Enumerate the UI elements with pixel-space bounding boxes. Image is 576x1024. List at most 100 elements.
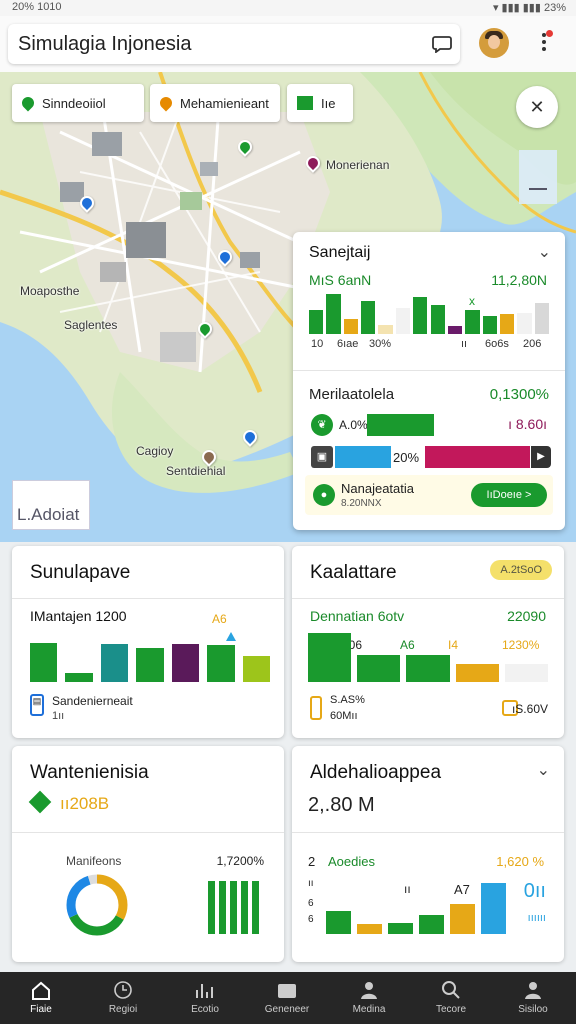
folder-icon bbox=[278, 984, 296, 998]
nav-item-tecore[interactable]: Tecore bbox=[410, 972, 492, 1024]
big-value: 0ıı bbox=[523, 880, 546, 902]
chevron-down-icon[interactable]: ⌄ bbox=[538, 242, 551, 262]
card-title: Aldehalioappea bbox=[310, 762, 442, 783]
notification-dot bbox=[546, 30, 553, 37]
chart-bar bbox=[378, 325, 393, 334]
chart-bar bbox=[465, 310, 480, 334]
status-time: 20% 1010 bbox=[12, 1, 62, 13]
notice-banner: ● Nanajeatatia 8.20NNX IıDoeıe > bbox=[305, 475, 553, 515]
chart-bar bbox=[481, 883, 506, 934]
map-label: Cagioy bbox=[136, 444, 174, 458]
search-icon bbox=[442, 981, 460, 999]
row-segment bbox=[335, 446, 391, 468]
nav-item-fiaie[interactable]: Fiaie bbox=[0, 972, 82, 1024]
overlay-axis-label: ıı bbox=[461, 338, 468, 350]
chart-bar bbox=[207, 645, 235, 682]
stripe-bar bbox=[241, 881, 248, 934]
chart-bar bbox=[534, 303, 549, 334]
map-label: Monerienan bbox=[326, 158, 390, 172]
play-icon[interactable]: ▶ bbox=[531, 446, 551, 468]
app-title: Simulagia Injonesia bbox=[18, 33, 192, 55]
notice-sub: 8.20NNX bbox=[341, 498, 382, 509]
legend-sub: 1ıı bbox=[52, 710, 65, 722]
map-chip-3[interactable]: Iıe bbox=[287, 84, 353, 122]
overlay-axis-label: 206 bbox=[523, 338, 542, 350]
nav-item-geneneer[interactable]: Geneneer bbox=[246, 972, 328, 1024]
camera-icon: ▣ bbox=[311, 446, 333, 468]
map-chip-label: Sinndeoiiol bbox=[42, 95, 106, 111]
row-label: ıı bbox=[308, 878, 314, 889]
overlay-panel: Sanejtaij ⌄ MıS 6anN 11,2,80N x 10 6ıae … bbox=[293, 232, 565, 530]
chart-bar bbox=[504, 664, 548, 682]
zoom-control[interactable] bbox=[519, 150, 557, 204]
map-label: Moaposthe bbox=[20, 284, 80, 298]
chart-bar bbox=[430, 305, 445, 334]
search-bar[interactable]: Simulagia Injonesia bbox=[8, 24, 460, 64]
status-battery: ▾ ▮▮▮ ▮▮▮ 23% bbox=[492, 2, 566, 14]
map-label: Saglentes bbox=[64, 318, 118, 332]
progress-bar-fill bbox=[367, 414, 434, 436]
bar-chart bbox=[30, 634, 270, 682]
map-attribution: L.Adoiat bbox=[12, 480, 90, 530]
divider bbox=[12, 832, 284, 833]
chart-bar bbox=[309, 310, 324, 334]
bar-chart bbox=[308, 630, 548, 682]
card-title: Kaalattare bbox=[310, 562, 397, 583]
compass-icon[interactable]: ✕ bbox=[516, 86, 558, 128]
divider bbox=[292, 832, 564, 833]
divider bbox=[292, 598, 564, 599]
clock-icon bbox=[114, 981, 132, 999]
chat-bubble-icon[interactable] bbox=[432, 35, 452, 58]
stripe-bar bbox=[230, 881, 237, 934]
progress-bar-fill bbox=[425, 446, 530, 468]
chart-bar bbox=[450, 904, 475, 934]
nav-item-ecotio[interactable]: Ecotio bbox=[164, 972, 246, 1024]
chart-icon bbox=[196, 984, 213, 998]
row-label: 6 bbox=[308, 914, 314, 925]
card-title: Wantenienisia bbox=[30, 762, 149, 783]
chart-bar bbox=[242, 656, 270, 682]
app-bar: Simulagia Injonesia bbox=[0, 16, 576, 72]
notice-action-button[interactable]: IıDoeıe > bbox=[471, 483, 547, 507]
card-subtitle: Dennatian 6otv bbox=[310, 608, 405, 624]
chart-bar bbox=[361, 301, 376, 334]
row-value: ı 8.60ı bbox=[508, 416, 547, 432]
section-value: 0,1300% bbox=[489, 386, 549, 403]
nav-label: Geneneer bbox=[264, 1004, 310, 1015]
card-wantenienisia: Wantenienisia ıı208B Manifeons 1,7200% bbox=[12, 746, 284, 962]
chart-bar bbox=[413, 297, 428, 334]
nav-item-medina[interactable]: Medina bbox=[328, 972, 410, 1024]
donut-label: Manifeons bbox=[66, 854, 122, 868]
map-chip-1[interactable]: Sinndeoiiol bbox=[12, 84, 144, 122]
chart-bar bbox=[388, 923, 413, 934]
nav-item-regioi[interactable]: Regioi bbox=[82, 972, 164, 1024]
stripe-bar bbox=[252, 881, 259, 934]
overlay-axis-label: 6o6s bbox=[485, 338, 509, 350]
card-kalattare: Kaalattare A.2tSoO Dennatian 6otv 22090 … bbox=[292, 546, 564, 738]
map-chip-label: Mehamienieant bbox=[180, 95, 269, 111]
chevron-down-icon[interactable]: ⌄ bbox=[537, 760, 550, 780]
bottle-icon bbox=[310, 696, 322, 720]
avatar[interactable] bbox=[479, 28, 509, 58]
chart-bar bbox=[357, 924, 382, 934]
notice-title: Nanajeatatia bbox=[341, 481, 414, 496]
chart-bar bbox=[406, 655, 450, 682]
card-subtitle: IMantajen 1200 bbox=[30, 608, 127, 624]
stripe-bar bbox=[219, 881, 226, 934]
overlay-axis-label: 6ıae bbox=[337, 338, 359, 350]
nav-label: Sisiloo bbox=[518, 1004, 548, 1015]
leaf-icon: ❦ bbox=[311, 414, 333, 436]
nav-item-sisiloo[interactable]: Sisiloo bbox=[492, 972, 574, 1024]
overlay-marker: x bbox=[469, 294, 475, 308]
card-value: ıı208B bbox=[60, 794, 110, 813]
chart-bar bbox=[136, 648, 164, 682]
section-title: Merilaatolela bbox=[309, 386, 395, 403]
person-icon bbox=[361, 982, 377, 999]
more-menu-icon[interactable] bbox=[536, 30, 553, 56]
map-chip-2[interactable]: Mehamienieant bbox=[150, 84, 280, 122]
map-chip-label: Iıe bbox=[321, 95, 336, 111]
chart-bar bbox=[395, 308, 411, 334]
chart-bar bbox=[517, 313, 532, 334]
nav-label: Tecore bbox=[435, 1004, 466, 1015]
document-icon: ▤ bbox=[30, 694, 44, 716]
